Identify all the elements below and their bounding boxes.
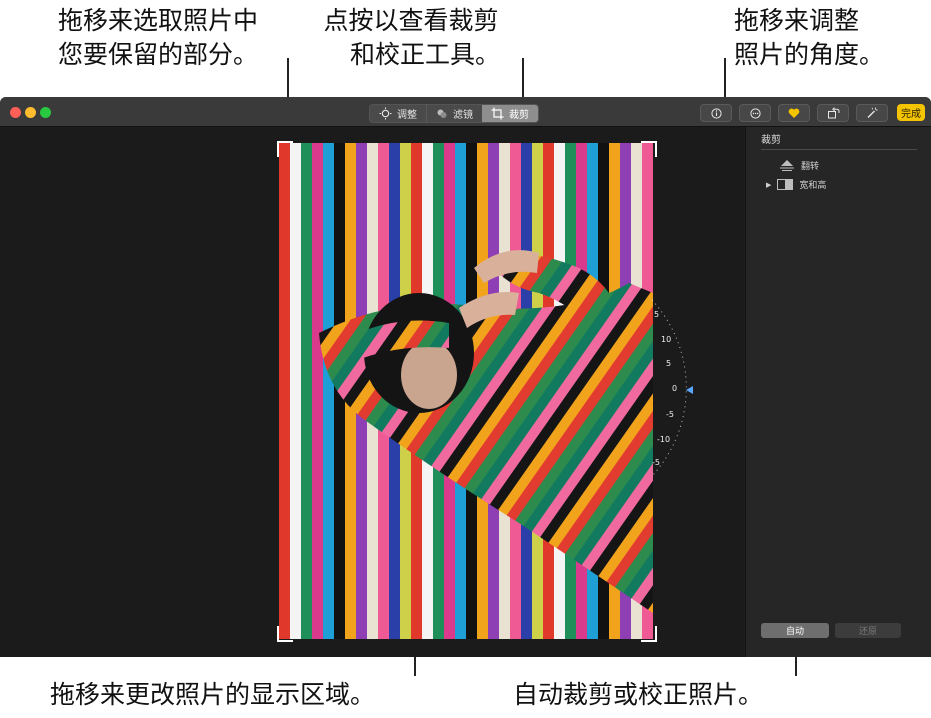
sidebar-title: 裁剪 xyxy=(761,135,781,146)
callout-line: 点按以查看裁剪 xyxy=(323,6,499,35)
revert-button[interactable]: 还原 xyxy=(835,623,901,638)
tab-filters[interactable]: 滤镜 xyxy=(426,105,482,122)
adjust-icon xyxy=(379,107,392,120)
favorite-button[interactable] xyxy=(778,104,810,122)
dial-pointer-icon xyxy=(686,386,693,394)
photo-canvas[interactable]: 5 10 5 0 -5 -10 -5 xyxy=(0,127,744,657)
callout-line: 您要保留的部分。 xyxy=(58,40,259,69)
crop-handle-bottom-right[interactable] xyxy=(641,626,657,642)
info-icon xyxy=(710,107,722,119)
crop-handle-top-right[interactable] xyxy=(641,141,657,157)
tab-label: 裁剪 xyxy=(509,110,529,121)
callout-auto: 自动裁剪或校正照片。 xyxy=(513,680,764,709)
minimize-button[interactable] xyxy=(25,107,36,118)
flip-button[interactable]: 翻转 xyxy=(779,159,819,172)
sidebar-divider xyxy=(761,149,917,150)
disclosure-triangle-icon: ▶ xyxy=(766,180,772,189)
dial-label: 5 xyxy=(666,359,672,368)
ellipsis-icon xyxy=(749,107,761,119)
auto-button[interactable]: 自动 xyxy=(761,623,829,638)
edit-mode-tabs: 调整 滤镜 裁剪 xyxy=(369,104,539,123)
filter-icon xyxy=(437,109,447,118)
callout-display-area: 拖移来更改照片的显示区域。 xyxy=(50,680,376,709)
photo-image xyxy=(279,143,653,639)
tab-crop[interactable]: 裁剪 xyxy=(482,105,538,122)
zoom-button[interactable] xyxy=(40,107,51,118)
magic-wand-icon xyxy=(867,107,878,118)
more-button[interactable] xyxy=(739,104,771,122)
crop-icon xyxy=(491,107,504,120)
photos-window: 调整 滤镜 裁剪 完成 5 10 5 0 -5 -10 -5 裁剪 翻转 ▶ 宽… xyxy=(0,97,931,657)
tab-adjust[interactable]: 调整 xyxy=(370,105,426,122)
info-button[interactable] xyxy=(700,104,732,122)
callout-crop-tools: 点按以查看裁剪 和校正工具。 xyxy=(322,4,501,72)
dial-label: 0 xyxy=(672,384,678,393)
dial-label: 10 xyxy=(661,335,672,344)
title-bar: 调整 滤镜 裁剪 完成 xyxy=(0,97,931,127)
done-button[interactable]: 完成 xyxy=(897,104,925,121)
tab-label: 调整 xyxy=(397,110,417,121)
heart-icon xyxy=(788,108,800,118)
crop-handle-bottom-left[interactable] xyxy=(277,626,293,642)
rotate-icon xyxy=(827,107,839,119)
dial-label: -10 xyxy=(657,435,671,444)
crop-sidebar: 裁剪 翻转 ▶ 宽和高 自动 还原 xyxy=(745,127,931,657)
dial-label: -5 xyxy=(666,410,674,419)
callout-angle: 拖移来调整 照片的角度。 xyxy=(734,4,884,72)
callout-line: 和校正工具。 xyxy=(350,40,501,69)
aspect-ratio-icon xyxy=(777,179,794,190)
flip-label: 翻转 xyxy=(801,162,820,172)
tab-label: 滤镜 xyxy=(453,110,473,121)
callout-line: 拖移来选取照片中 xyxy=(58,6,259,35)
dial-label: -5 xyxy=(652,458,660,467)
close-button[interactable] xyxy=(10,107,21,118)
straighten-dial[interactable]: 5 10 5 0 -5 -10 -5 xyxy=(642,298,702,478)
callout-crop-area: 拖移来选取照片中 您要保留的部分。 xyxy=(58,4,258,72)
callout-line: 拖移来调整 xyxy=(734,6,860,35)
flip-icon xyxy=(780,159,794,171)
enhance-button[interactable] xyxy=(856,104,888,122)
dial-label: 5 xyxy=(654,310,660,319)
aspect-ratio-label: 宽和高 xyxy=(799,181,827,191)
crop-handle-top-left[interactable] xyxy=(277,141,293,157)
rotate-button[interactable] xyxy=(817,104,849,122)
aspect-ratio-disclosure[interactable]: ▶ 宽和高 xyxy=(766,178,826,191)
photo-crop-area[interactable] xyxy=(279,143,653,639)
callout-line: 照片的角度。 xyxy=(734,40,885,69)
